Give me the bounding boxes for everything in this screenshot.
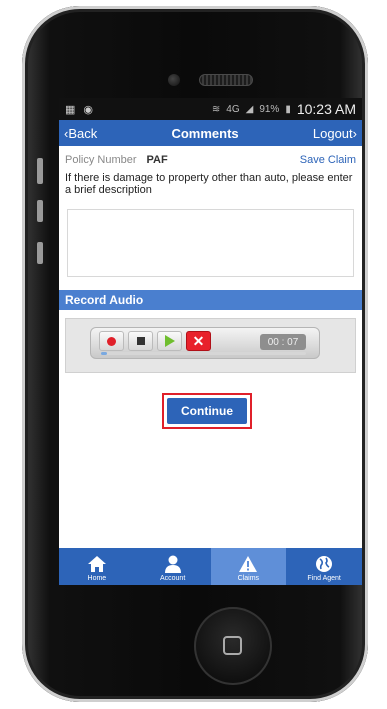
- play-button[interactable]: [157, 331, 182, 351]
- tab-account[interactable]: Account: [135, 548, 211, 585]
- policy-row: Policy Number PAF Save Claim: [65, 152, 356, 168]
- network-label: 4G: [226, 103, 240, 115]
- logout-label: Logout: [312, 125, 353, 141]
- recording-timer: 00 : 07: [260, 334, 306, 350]
- nav-bar: ‹Back Comments Logout›: [59, 120, 362, 146]
- tab-label-claims: Claims: [237, 575, 260, 582]
- continue-highlight: Continue: [162, 393, 252, 429]
- tab-bar: Home Account Claims Find Agent: [59, 548, 362, 585]
- account-icon: [164, 555, 181, 573]
- record-audio-header: Record Audio: [59, 290, 362, 310]
- signal-icon: ◢: [245, 103, 254, 115]
- audio-recorder: ✕ 00 : 07: [65, 318, 356, 373]
- delete-icon: ✕: [192, 332, 205, 349]
- policy-number-label: Policy Number: [65, 154, 137, 166]
- save-claim-link[interactable]: Save Claim: [300, 154, 356, 166]
- home-button[interactable]: [194, 607, 272, 685]
- tab-label-home: Home: [87, 575, 107, 582]
- tab-label-account: Account: [159, 575, 186, 582]
- front-camera: [168, 74, 180, 86]
- stop-button[interactable]: [128, 331, 153, 351]
- tab-label-find-agent: Find Agent: [307, 575, 341, 582]
- wifi-icon: ≋: [211, 103, 221, 115]
- stop-icon: [136, 337, 145, 345]
- volume-up-button: [37, 200, 43, 222]
- globe-icon: [316, 556, 333, 572]
- battery-icon: ▮: [285, 103, 291, 115]
- earpiece-speaker: [199, 74, 253, 86]
- audio-progress-fill: [101, 352, 108, 355]
- app-screen: ▦ ◉ ≋ 4G ◢ 91% ▮ 10:23 AM ‹Back Comments…: [59, 98, 362, 585]
- clock: 10:23 AM: [296, 101, 356, 117]
- description-textarea[interactable]: [67, 209, 354, 277]
- mute-switch: [37, 158, 43, 184]
- record-button[interactable]: [99, 331, 124, 351]
- warning-icon: [239, 556, 258, 572]
- volume-down-button: [37, 242, 43, 264]
- description-prompt: If there is damage to property other tha…: [65, 172, 353, 196]
- tab-claims[interactable]: Claims: [210, 548, 287, 585]
- battery-percent: 91%: [259, 103, 280, 115]
- gallery-icon: ▦: [65, 103, 76, 116]
- audio-controls: ✕ 00 : 07: [90, 327, 320, 359]
- logout-button[interactable]: Logout›: [313, 126, 357, 141]
- record-icon: [107, 336, 116, 346]
- tab-home[interactable]: Home: [59, 548, 135, 585]
- delete-button[interactable]: ✕: [186, 331, 211, 351]
- play-icon: [164, 335, 175, 347]
- home-icon: [87, 556, 106, 572]
- back-label: Back: [68, 125, 98, 141]
- continue-button[interactable]: Continue: [167, 398, 247, 424]
- back-button[interactable]: ‹Back: [64, 126, 97, 141]
- page-title: Comments: [171, 125, 239, 141]
- audio-progress[interactable]: [101, 352, 306, 355]
- form-content: Policy Number PAF Save Claim If there is…: [59, 146, 362, 277]
- status-bar: ▦ ◉ ≋ 4G ◢ 91% ▮ 10:23 AM: [59, 98, 362, 120]
- notification-icon: ◉: [83, 103, 94, 116]
- policy-number-value: PAF: [146, 154, 168, 166]
- tab-find-agent[interactable]: Find Agent: [286, 548, 362, 585]
